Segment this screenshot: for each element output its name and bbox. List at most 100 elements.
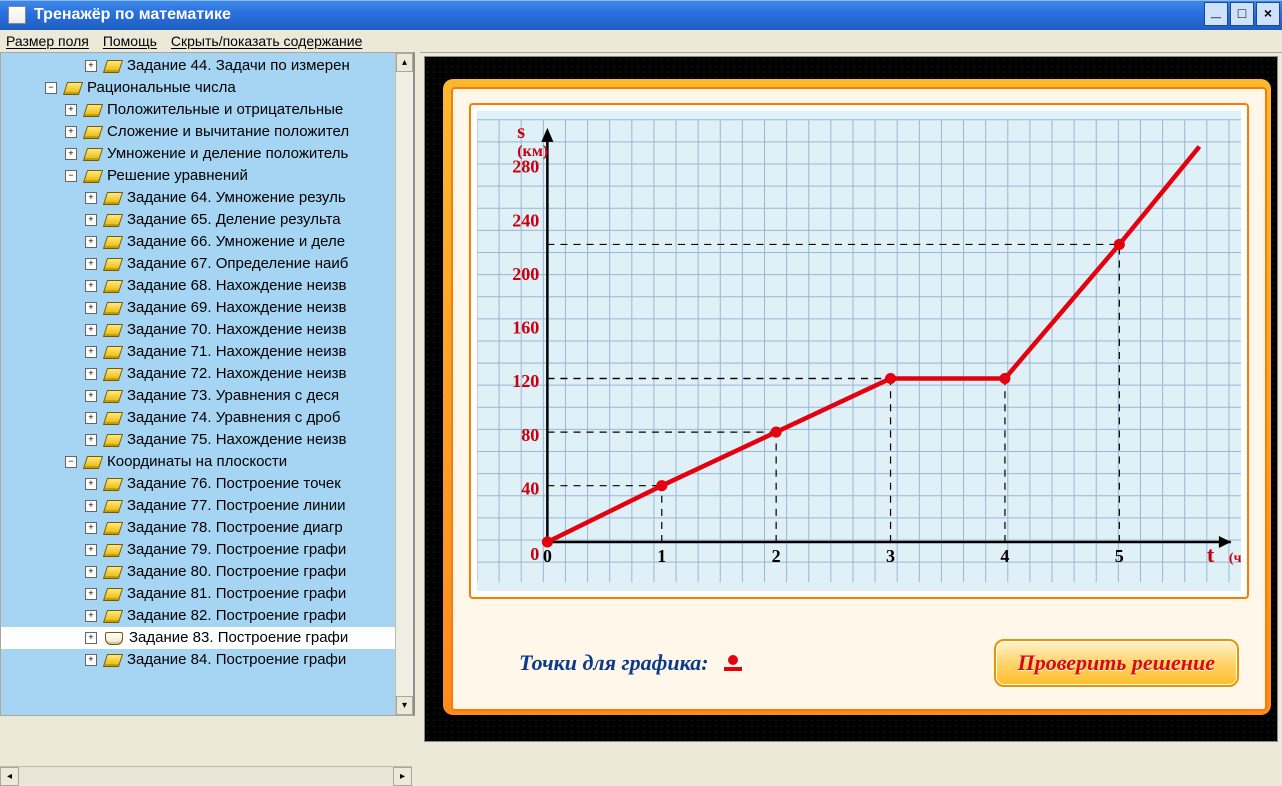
scroll-track[interactable]: [19, 767, 393, 784]
scroll-right-icon[interactable]: ▸: [393, 767, 412, 786]
tree-node[interactable]: + Задание 67. Определение наиб: [1, 253, 413, 275]
tree-label: Сложение и вычитание положител: [107, 121, 349, 143]
close-button[interactable]: ×: [1256, 2, 1280, 26]
svg-text:120: 120: [512, 371, 539, 391]
tree-node[interactable]: +Задание 81. Построение графи: [1, 583, 413, 605]
menu-bar: Размер поля Помощь Скрыть/показать содер…: [0, 30, 1282, 53]
tree-label: Координаты на плоскости: [107, 451, 287, 473]
expander-icon[interactable]: +: [65, 126, 77, 138]
tree-node[interactable]: +Задание 70. Нахождение неизв: [1, 319, 413, 341]
expander-icon[interactable]: +: [85, 434, 97, 446]
expander-icon[interactable]: +: [85, 192, 97, 204]
tree-node[interactable]: +Задание 75. Нахождение неизв: [1, 429, 413, 451]
tree-node-selected[interactable]: + Задание 83. Построение графи: [1, 627, 413, 649]
book-icon: [83, 104, 103, 117]
expander-icon[interactable]: +: [85, 280, 97, 292]
book-icon: [103, 192, 123, 205]
tree-node[interactable]: − Координаты на плоскости: [1, 451, 413, 473]
tree-node[interactable]: + Умножение и деление положитель: [1, 143, 413, 165]
expander-icon[interactable]: +: [65, 148, 77, 160]
tree-node[interactable]: +Задание 65. Деление результа: [1, 209, 413, 231]
expander-icon[interactable]: +: [85, 654, 97, 666]
tree-node[interactable]: +Задание 74. Уравнения с дроб: [1, 407, 413, 429]
tree-node[interactable]: +Задание 77. Построение линии: [1, 495, 413, 517]
tree-node[interactable]: +Задание 78. Построение диагр: [1, 517, 413, 539]
expander-icon[interactable]: +: [85, 610, 97, 622]
menu-help[interactable]: Помощь: [103, 33, 157, 49]
tree-label: Задание 80. Построение графи: [127, 561, 346, 583]
expander-icon[interactable]: +: [85, 500, 97, 512]
scroll-left-icon[interactable]: ◂: [0, 767, 19, 786]
tree-node[interactable]: +Задание 71. Нахождение неизв: [1, 341, 413, 363]
tree-node[interactable]: +Задание 76. Построение точек: [1, 473, 413, 495]
expander-icon[interactable]: +: [85, 302, 97, 314]
tree-label: Рациональные числа: [87, 77, 236, 99]
svg-text:0: 0: [543, 546, 552, 566]
expander-icon[interactable]: +: [85, 544, 97, 556]
topic-tree[interactable]: + Задание 44. Задачи по измерен − Рацион…: [1, 53, 413, 716]
expander-icon[interactable]: +: [85, 324, 97, 336]
menu-size[interactable]: Размер поля: [6, 33, 89, 49]
tree-node[interactable]: + Сложение и вычитание положител: [1, 121, 413, 143]
expander-icon[interactable]: +: [85, 588, 97, 600]
expander-icon[interactable]: +: [85, 478, 97, 490]
chart[interactable]: 01234540801201602002402800s(км)t(ч): [477, 111, 1241, 591]
tree-label: Задание 83. Построение графи: [129, 627, 348, 649]
expander-icon[interactable]: +: [85, 632, 97, 644]
tree-node[interactable]: +Задание 64. Умножение резуль: [1, 187, 413, 209]
expander-icon[interactable]: +: [85, 412, 97, 424]
expander-icon[interactable]: +: [85, 368, 97, 380]
tree-node[interactable]: +Задание 79. Построение графи: [1, 539, 413, 561]
tree-node[interactable]: +Задание 82. Построение графи: [1, 605, 413, 627]
book-icon: [103, 280, 123, 293]
book-icon: [83, 170, 103, 183]
tree-node[interactable]: +Задание 72. Нахождение неизв: [1, 363, 413, 385]
tree-node[interactable]: + Задание 84. Построение графи: [1, 649, 413, 671]
book-icon: [103, 324, 123, 337]
scroll-down-icon[interactable]: ▾: [396, 696, 413, 715]
tree-node[interactable]: + Задание 44. Задачи по измерен: [1, 55, 413, 77]
point-marker-icon[interactable]: [723, 655, 743, 671]
scroll-track[interactable]: [396, 72, 413, 696]
tree-vertical-scrollbar[interactable]: ▴ ▾: [395, 53, 413, 715]
book-icon: [103, 544, 123, 557]
points-tool-label: Точки для графика:: [519, 650, 743, 676]
tree-node[interactable]: + Задание 66. Умножение и деле: [1, 231, 413, 253]
maximize-button[interactable]: □: [1230, 2, 1254, 26]
expander-icon[interactable]: +: [85, 522, 97, 534]
expander-icon[interactable]: +: [85, 346, 97, 358]
tree-node[interactable]: + Задание 68. Нахождение неизв: [1, 275, 413, 297]
tree-node[interactable]: +Задание 73. Уравнения с деся: [1, 385, 413, 407]
expander-icon[interactable]: +: [85, 390, 97, 402]
tree-horizontal-scrollbar[interactable]: ◂ ▸: [0, 766, 412, 784]
expander-icon[interactable]: +: [85, 236, 97, 248]
minimize-button[interactable]: _: [1204, 2, 1228, 26]
expander-icon[interactable]: +: [85, 214, 97, 226]
svg-text:1: 1: [657, 546, 666, 566]
check-solution-button[interactable]: Проверить решение: [994, 639, 1239, 687]
scroll-up-icon[interactable]: ▴: [396, 53, 413, 72]
tree-node[interactable]: + Положительные и отрицательные: [1, 99, 413, 121]
tree-label: Задание 67. Определение наиб: [127, 253, 348, 275]
expander-icon[interactable]: −: [65, 170, 77, 182]
expander-icon[interactable]: +: [85, 258, 97, 270]
book-icon: [103, 214, 123, 227]
tree-label: Положительные и отрицательные: [107, 99, 343, 121]
expander-icon[interactable]: +: [65, 104, 77, 116]
tree-label: Умножение и деление положитель: [107, 143, 348, 165]
svg-text:80: 80: [521, 425, 539, 445]
tree-node[interactable]: + Задание 80. Построение графи: [1, 561, 413, 583]
tree-label: Задание 68. Нахождение неизв: [127, 275, 347, 297]
tree-label: Задание 66. Умножение и деле: [127, 231, 345, 253]
tree-node[interactable]: +Задание 69. Нахождение неизв: [1, 297, 413, 319]
expander-icon[interactable]: −: [45, 82, 57, 94]
expander-icon[interactable]: +: [85, 566, 97, 578]
splitter[interactable]: [415, 52, 420, 746]
tree-label: Задание 84. Построение графи: [127, 649, 346, 671]
tree-node[interactable]: − Рациональные числа: [1, 77, 413, 99]
menu-toggle-contents[interactable]: Скрыть/показать содержание: [171, 33, 362, 49]
expander-icon[interactable]: −: [65, 456, 77, 468]
expander-icon[interactable]: +: [85, 60, 97, 72]
tree-node[interactable]: − Решение уравнений: [1, 165, 413, 187]
svg-text:t: t: [1207, 542, 1215, 567]
